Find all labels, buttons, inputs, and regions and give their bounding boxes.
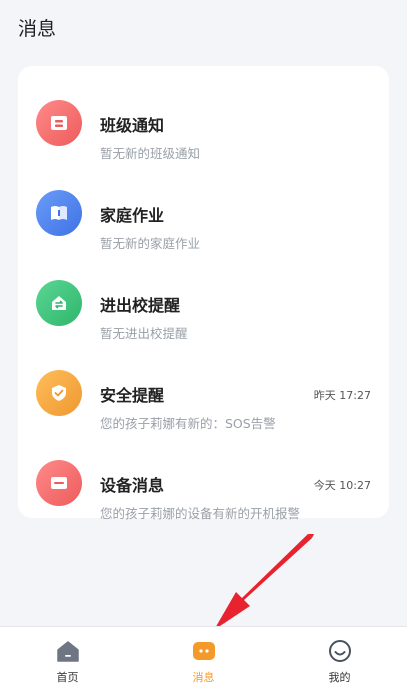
- message-item-school-entry[interactable]: 进出校提醒 暂无进出校提醒: [18, 270, 389, 360]
- message-item-title: 班级通知: [100, 116, 165, 135]
- message-item-safety-alert[interactable]: 安全提醒 您的孩子莉娜有新的：SOS告警 昨天 17:27: [18, 360, 389, 450]
- tab-label: 我的: [328, 671, 351, 684]
- home-icon: [56, 641, 79, 662]
- mailbox-icon: [36, 100, 82, 146]
- message-item-preview: 您的孩子莉娜有新的：SOS告警: [100, 416, 276, 431]
- message-item-time: 昨天 17:27: [313, 389, 371, 402]
- message-list-card: 班级通知 暂无新的班级通知 家庭作业 暂无新的家庭作业 进出校提醒 暂无进出校提…: [18, 66, 389, 521]
- message-icon: [192, 642, 215, 660]
- shield-check-icon: [36, 370, 82, 416]
- message-item-device[interactable]: 设备消息 您的孩子莉娜的设备有新的开机报警 今天 10:27: [18, 450, 389, 540]
- tab-label: 首页: [56, 671, 79, 684]
- message-item-title: 家庭作业: [100, 206, 165, 225]
- tab-messages[interactable]: 消息: [136, 627, 271, 691]
- message-item-preview: 暂无进出校提醒: [100, 326, 188, 341]
- message-item-class-notice[interactable]: 班级通知 暂无新的班级通知: [18, 90, 389, 180]
- book-icon: [36, 190, 82, 236]
- message-item-preview: 暂无新的班级通知: [100, 146, 201, 161]
- message-item-title: 设备消息: [100, 476, 165, 495]
- smiley-icon: [328, 640, 351, 662]
- bottom-tab-bar: 首页 消息 我的: [0, 626, 407, 691]
- tab-home[interactable]: 首页: [0, 627, 135, 691]
- card-icon: [36, 460, 82, 506]
- messages-page: 消息 班级通知 暂无新的班级通知 家庭作业 暂无新的家庭作业 进出校提醒 暂无进…: [0, 0, 407, 691]
- message-item-time: 今天 10:27: [313, 479, 371, 492]
- message-item-homework[interactable]: 家庭作业 暂无新的家庭作业: [18, 180, 389, 270]
- swap-icon: [36, 280, 82, 326]
- page-title: 消息: [18, 18, 57, 40]
- message-item-preview: 您的孩子莉娜的设备有新的开机报警: [100, 506, 301, 521]
- message-item-title: 安全提醒: [100, 386, 165, 405]
- red-arrow: [214, 534, 314, 630]
- message-item-title: 进出校提醒: [100, 296, 181, 315]
- message-item-preview: 暂无新的家庭作业: [100, 236, 201, 251]
- tab-label: 消息: [192, 671, 215, 684]
- tab-profile[interactable]: 我的: [272, 627, 407, 691]
